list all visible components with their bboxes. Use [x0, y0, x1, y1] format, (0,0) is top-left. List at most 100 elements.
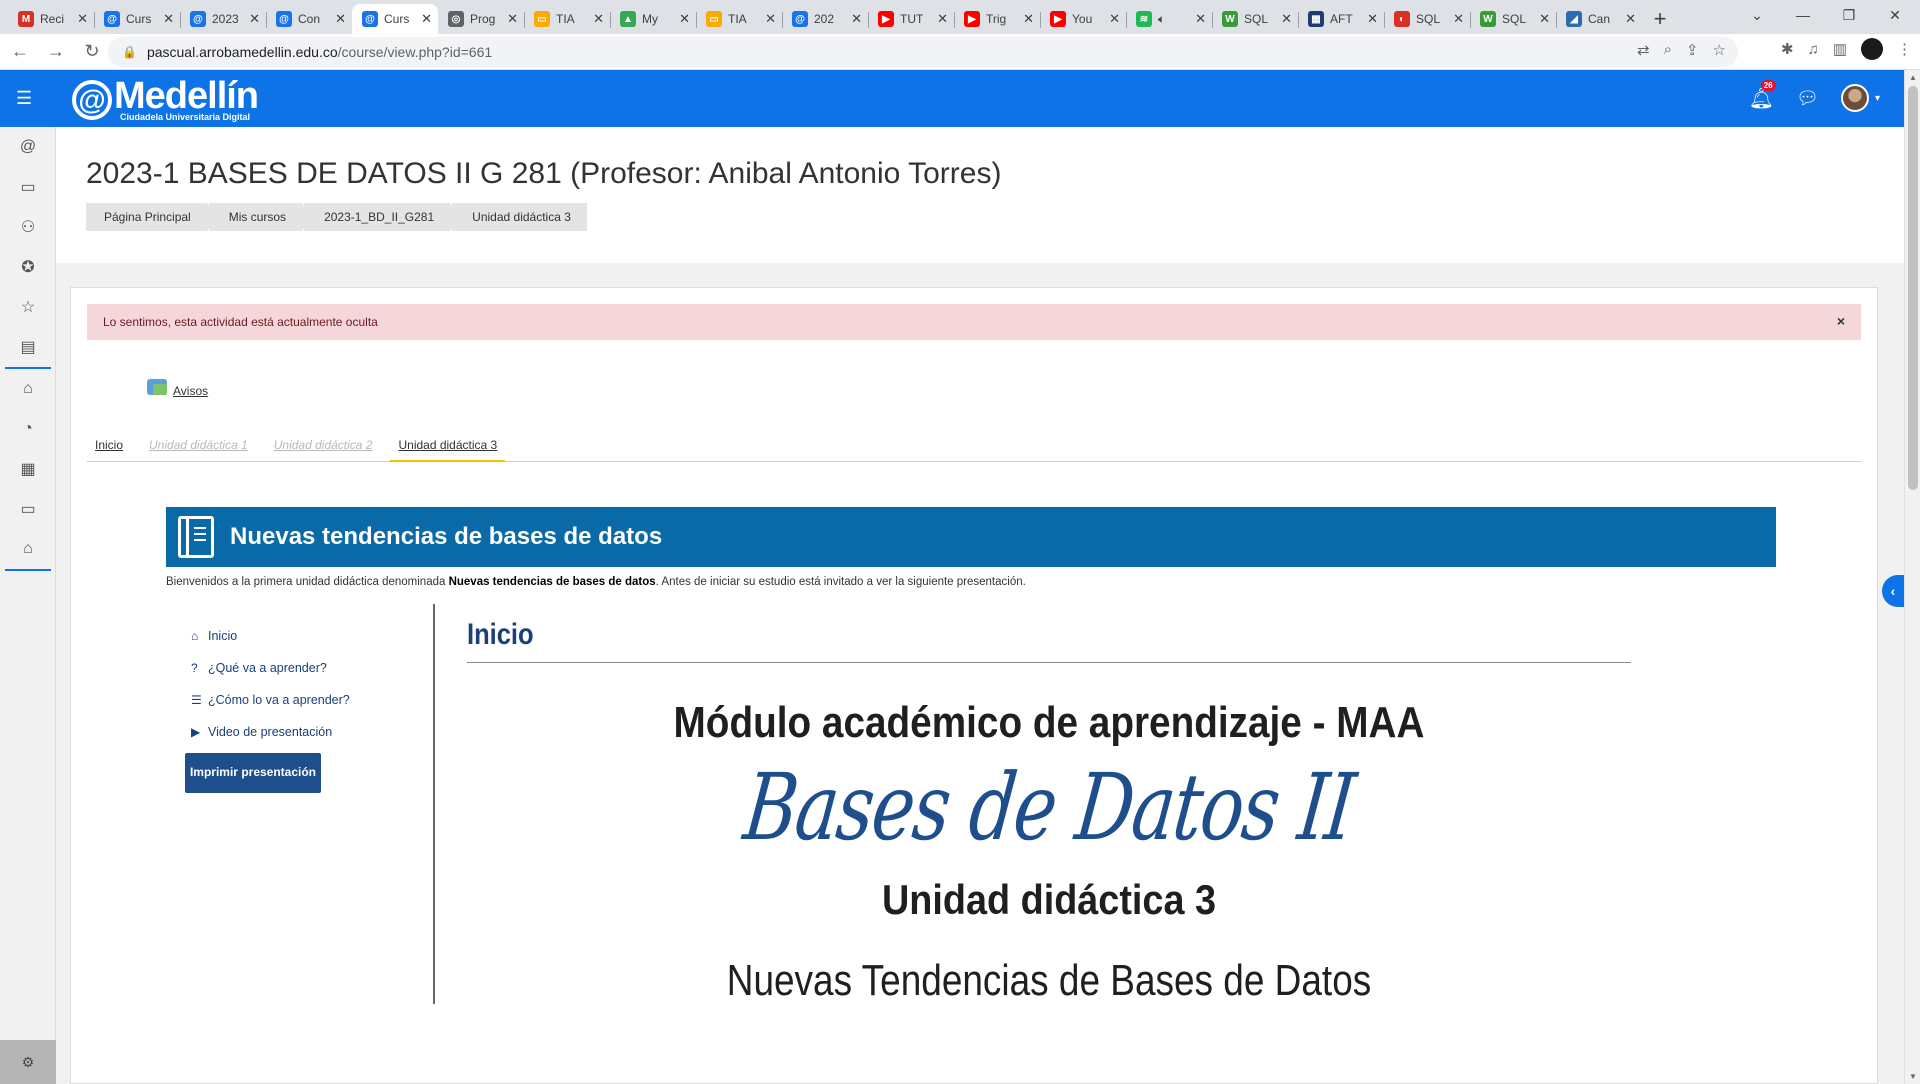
browser-tab[interactable]: @2023 ✕ [180, 4, 266, 34]
browser-tab[interactable]: ◢ Can ✕ [1556, 4, 1642, 34]
browser-tab[interactable]: ◎ Prog ✕ [438, 4, 524, 34]
tab-close-icon[interactable]: ✕ [1195, 11, 1206, 27]
back-icon[interactable]: ← [4, 36, 36, 68]
menu-item-inicio[interactable]: ⌂ Inicio [191, 620, 401, 652]
tab-unidad-2[interactable]: Unidad didáctica 2 [266, 438, 381, 462]
user-avatar[interactable] [1840, 84, 1869, 112]
tab-audio-icon[interactable]: 🔈︎ [1158, 12, 1193, 27]
address-bar[interactable]: 🔒 pascual.arrobamedellin.edu.co/course/v… [108, 37, 1738, 67]
browser-tab[interactable]: @ Curs ✕ [94, 4, 180, 34]
tab-close-icon[interactable]: ✕ [1109, 11, 1120, 27]
lock-icon[interactable]: 🔒 [122, 45, 137, 59]
breadcrumb-current[interactable]: Unidad didáctica 3 [452, 203, 587, 231]
scroll-down-icon[interactable]: ▼ [1909, 1072, 1917, 1081]
media-control-icon[interactable]: ♫ [1808, 41, 1819, 58]
page-scrollbar[interactable]: ▲ ▼ [1904, 70, 1920, 1084]
alert-close-button[interactable]: × [1837, 313, 1845, 329]
notifications-bell-icon[interactable]: 🔔︎ 26 [1749, 79, 1776, 111]
tab-close-icon[interactable]: ✕ [1367, 11, 1378, 27]
browser-tab[interactable]: ▭ TIA ✕ [524, 4, 610, 34]
profile-avatar[interactable] [1861, 38, 1883, 60]
tab-close-icon[interactable]: ✕ [1625, 11, 1636, 27]
restore-button[interactable]: ❐ [1826, 0, 1872, 30]
breadcrumb-home[interactable]: Página Principal [86, 203, 215, 231]
zoom-icon[interactable]: ⌕ [1664, 41, 1672, 59]
scroll-up-icon[interactable]: ▲ [1909, 73, 1917, 82]
menu-item-video[interactable]: ▶ Video de presentación [191, 716, 401, 748]
drawer-calendar-icon[interactable]: ▦ [0, 449, 56, 489]
drawer-home-icon[interactable]: ⌂ [0, 369, 56, 409]
drawer-at-icon[interactable]: @ [0, 127, 56, 167]
tab-close-icon[interactable]: ✕ [1281, 11, 1292, 27]
right-drawer-toggle[interactable]: ‹ [1882, 575, 1904, 607]
browser-tab[interactable]: @ Con ✕ [266, 4, 352, 34]
nav-drawer: @ ▭ ⚇ ✪ ☆ ▤ ⌂ ◔ ▦ ▭ ⌂ ⚙ [0, 127, 56, 1084]
breadcrumb-course[interactable]: 2023-1_BD_II_G281 [304, 203, 459, 231]
tab-unidad-3[interactable]: Unidad didáctica 3 [390, 438, 506, 462]
browser-tab[interactable]: M Reci ✕ [8, 4, 94, 34]
browser-tab[interactable]: W SQL ✕ [1212, 4, 1298, 34]
drawer-dashboard-icon[interactable]: ◔ [0, 409, 56, 449]
menu-item-como-lo-va-a-aprender[interactable]: ☰ ¿Cómo lo va a aprender? [191, 684, 401, 716]
drawer-folder-icon[interactable]: ▭ [0, 167, 56, 207]
browser-tab[interactable]: ▶ Trig ✕ [954, 4, 1040, 34]
tab-unidad-1[interactable]: Unidad didáctica 1 [141, 438, 256, 462]
browser-tab[interactable]: ◐ SQL ✕ [1384, 4, 1470, 34]
print-presentation-button[interactable]: Imprimir presentación [185, 753, 321, 793]
browser-tab[interactable]: ≋ 🔈︎ ✕ [1126, 4, 1212, 34]
translate-icon[interactable]: ⇄ [1637, 41, 1650, 59]
new-tab-button[interactable]: + [1642, 4, 1678, 34]
drawer-participants-icon[interactable]: ⚇ [0, 207, 56, 247]
tab-inicio[interactable]: Inicio [87, 438, 131, 462]
tab-close-icon[interactable]: ✕ [851, 11, 862, 27]
avisos-link[interactable]: Avisos [173, 384, 208, 398]
tab-close-icon[interactable]: ✕ [421, 11, 432, 27]
tab-close-icon[interactable]: ✕ [335, 11, 346, 27]
tab-close-icon[interactable]: ✕ [679, 11, 690, 27]
browser-tab[interactable]: ▶ You ✕ [1040, 4, 1126, 34]
share-icon[interactable]: ⇪ [1686, 41, 1699, 59]
tab-favicon-icon: ▦ [1308, 11, 1324, 27]
tab-close-icon[interactable]: ✕ [163, 11, 174, 27]
messages-icon[interactable]: 💬︎ [1796, 88, 1819, 109]
extensions-icon[interactable]: ✱ [1781, 40, 1794, 58]
user-menu-caret-icon[interactable]: ▾ [1875, 93, 1880, 104]
scrollbar-thumb[interactable] [1908, 86, 1918, 490]
side-panel-icon[interactable]: ▥ [1833, 40, 1847, 58]
tab-close-icon[interactable]: ✕ [593, 11, 604, 27]
tab-close-icon[interactable]: ✕ [77, 11, 88, 27]
tab-close-icon[interactable]: ✕ [507, 11, 518, 27]
bookmark-star-icon[interactable]: ☆ [1713, 41, 1726, 59]
menu-item-que-va-a-aprender[interactable]: ? ¿Qué va a aprender? [191, 652, 401, 684]
browser-tab[interactable]: ▶ TUT ✕ [868, 4, 954, 34]
drawer-courses-icon[interactable]: ⌂ [0, 529, 56, 569]
browser-tab[interactable]: ▦ AFT ✕ [1298, 4, 1384, 34]
tab-close-icon[interactable]: ✕ [765, 11, 776, 27]
forward-icon[interactable]: → [40, 36, 72, 68]
browser-tab[interactable]: @ Curs ✕ [352, 4, 438, 34]
browser-tab[interactable]: ▲ My ✕ [610, 4, 696, 34]
reload-icon[interactable]: ↻ [76, 36, 108, 68]
browser-tab[interactable]: ▭ TIA ✕ [696, 4, 782, 34]
tab-close-icon[interactable]: ✕ [1023, 11, 1034, 27]
tab-search-icon[interactable]: ⌄ [1734, 0, 1780, 30]
tab-close-icon[interactable]: ✕ [937, 11, 948, 27]
drawer-files-icon[interactable]: ▭ [0, 489, 56, 529]
module-title: Módulo académico de aprendizaje - MAA [673, 698, 1425, 747]
tab-title: TIA [556, 12, 575, 26]
site-logo[interactable]: @ Medellín Ciudadela Universitaria Digit… [72, 77, 259, 122]
close-window-button[interactable]: ✕ [1872, 0, 1918, 30]
drawer-settings-icon[interactable]: ⚙ [0, 1040, 56, 1084]
drawer-badges-icon[interactable]: ✪ [0, 247, 56, 287]
breadcrumb-my-courses[interactable]: Mis cursos [208, 203, 311, 231]
browser-tab[interactable]: W SQL ✕ [1470, 4, 1556, 34]
browser-tab[interactable]: @202 ✕ [782, 4, 868, 34]
browser-menu-icon[interactable]: ⋮ [1897, 40, 1912, 58]
minimize-button[interactable]: — [1780, 0, 1826, 30]
tab-close-icon[interactable]: ✕ [1539, 11, 1550, 27]
drawer-book-icon[interactable]: ▤ [0, 327, 56, 367]
drawer-star-icon[interactable]: ☆ [0, 287, 56, 327]
tab-close-icon[interactable]: ✕ [249, 11, 260, 27]
hamburger-menu-icon[interactable]: ☰ [16, 88, 32, 109]
tab-close-icon[interactable]: ✕ [1453, 11, 1464, 27]
